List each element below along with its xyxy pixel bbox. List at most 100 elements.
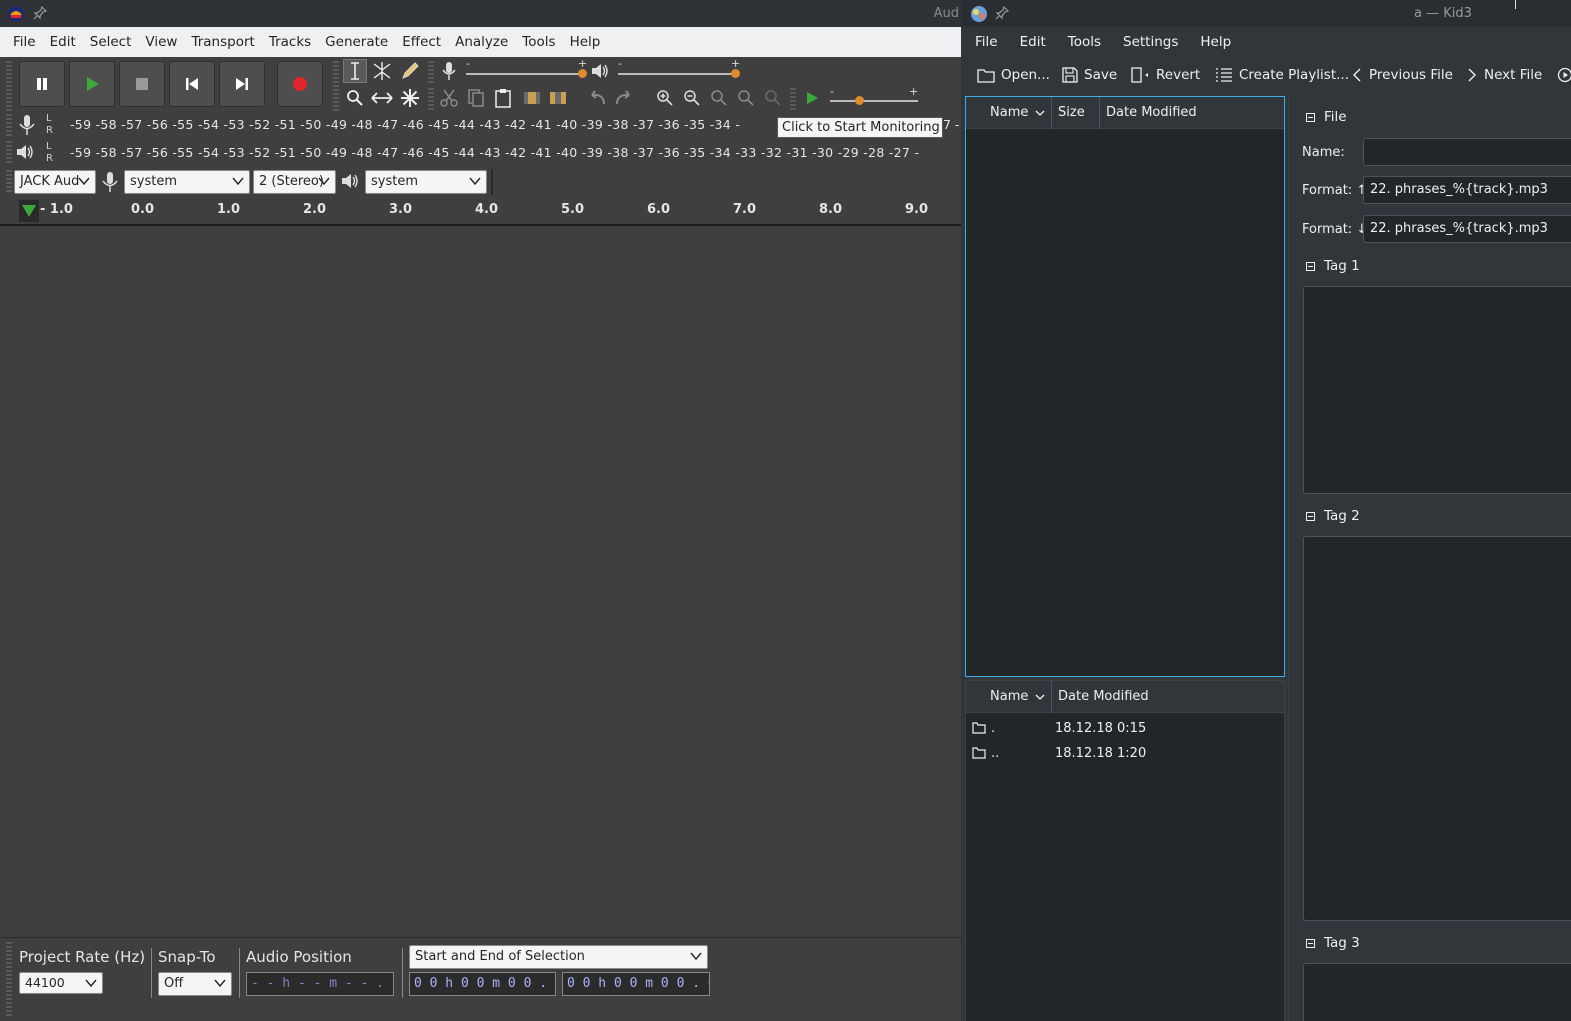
skip-to-end-button[interactable] bbox=[219, 61, 265, 107]
zoom-tool[interactable] bbox=[343, 86, 367, 110]
list-item[interactable]: . 18.12.18 0:15 bbox=[966, 716, 1284, 741]
dir-column-date-modified[interactable]: Date Modified bbox=[1052, 681, 1284, 713]
kid3-menu-edit[interactable]: Edit bbox=[1012, 27, 1054, 57]
playback-volume-thumb[interactable] bbox=[731, 69, 740, 78]
kid3-menu-help[interactable]: Help bbox=[1192, 27, 1239, 57]
snap-to-combo[interactable]: Off bbox=[158, 972, 232, 996]
aud-menu-help[interactable]: Help bbox=[563, 27, 608, 57]
column-size[interactable]: Size bbox=[1052, 97, 1100, 129]
aud-menu-analyze[interactable]: Analyze bbox=[448, 27, 515, 57]
recording-device-combo[interactable]: system bbox=[124, 170, 250, 194]
time-shift-tool[interactable] bbox=[370, 86, 394, 110]
transport-toolbar-grip[interactable] bbox=[6, 61, 12, 113]
play-meter-speaker-icon[interactable] bbox=[15, 142, 37, 162]
create-playlist-button[interactable]: Create Playlist... bbox=[1215, 60, 1349, 90]
rec-meter-grip[interactable] bbox=[6, 114, 12, 138]
timeline-ruler[interactable]: - 1.0 0.0 1.0 2.0 3.0 4.0 5.0 6.0 7.0 8.… bbox=[0, 196, 961, 226]
tools-toolbar-grip[interactable] bbox=[333, 61, 339, 113]
tag2-section-header[interactable]: Tag 2 bbox=[1306, 508, 1360, 524]
next-file-button[interactable]: Next File bbox=[1466, 60, 1542, 90]
trim-button[interactable] bbox=[520, 86, 544, 110]
track-area[interactable] bbox=[0, 228, 961, 936]
file-section-header[interactable]: File bbox=[1306, 109, 1347, 125]
play-button-kid3[interactable] bbox=[1557, 60, 1571, 90]
zoom-toggle-button[interactable] bbox=[761, 86, 785, 110]
zoom-in-button[interactable] bbox=[653, 86, 677, 110]
tag3-section-header[interactable]: Tag 3 bbox=[1306, 935, 1360, 951]
aud-menu-generate[interactable]: Generate bbox=[318, 27, 395, 57]
tag1-table[interactable] bbox=[1303, 286, 1571, 494]
paste-button[interactable] bbox=[491, 86, 515, 110]
recording-volume-thumb[interactable] bbox=[578, 69, 587, 78]
stop-button[interactable] bbox=[119, 61, 165, 107]
selection-toolbar-grip[interactable] bbox=[6, 942, 12, 1018]
play-meter-grip[interactable] bbox=[6, 141, 12, 165]
pause-button[interactable] bbox=[19, 61, 65, 107]
playback-volume-slider[interactable] bbox=[618, 73, 738, 75]
aud-menu-edit[interactable]: Edit bbox=[43, 27, 83, 57]
previous-file-button[interactable]: Previous File bbox=[1351, 60, 1453, 90]
aud-menu-tools[interactable]: Tools bbox=[515, 27, 562, 57]
mixer-toolbar-grip[interactable] bbox=[428, 61, 434, 85]
fit-project-button[interactable] bbox=[734, 86, 758, 110]
format-to-tag-combo[interactable]: 22. phrases_%{track}.mp3 bbox=[1363, 215, 1571, 243]
envelope-tool[interactable] bbox=[370, 59, 394, 83]
tag1-section-header[interactable]: Tag 1 bbox=[1306, 258, 1360, 274]
tag3-table[interactable] bbox=[1303, 963, 1571, 1021]
dir-column-name[interactable]: Name bbox=[966, 681, 1052, 713]
cut-button[interactable] bbox=[437, 86, 461, 110]
kid3-menu-tools[interactable]: Tools bbox=[1060, 27, 1109, 57]
copy-button[interactable] bbox=[464, 86, 488, 110]
multi-tool[interactable] bbox=[398, 86, 422, 110]
aud-menu-effect[interactable]: Effect bbox=[395, 27, 448, 57]
aud-menu-tracks[interactable]: Tracks bbox=[262, 27, 318, 57]
playback-device-combo[interactable]: system bbox=[365, 170, 487, 194]
audio-host-combo[interactable]: JACK Aud bbox=[14, 170, 96, 194]
record-button[interactable] bbox=[277, 61, 323, 107]
open-button[interactable]: Open... bbox=[977, 60, 1050, 90]
audio-position-field[interactable]: - - h - - m - - . - - - s bbox=[246, 972, 394, 996]
fit-selection-button[interactable] bbox=[707, 86, 731, 110]
selection-start-field[interactable]: 0 0 h 0 0 m 0 0 . 0 0 0 s bbox=[409, 972, 556, 996]
revert-button[interactable]: Revert bbox=[1130, 60, 1200, 90]
format-from-tag-combo[interactable]: 22. phrases_%{track}.mp3 bbox=[1363, 176, 1571, 204]
play-speed-slider[interactable] bbox=[830, 100, 918, 102]
rec-meter-microphone-icon[interactable] bbox=[17, 114, 37, 136]
redo-button[interactable] bbox=[612, 86, 636, 110]
zoom-out-button[interactable] bbox=[680, 86, 704, 110]
pin-icon[interactable] bbox=[33, 6, 47, 20]
skip-to-start-button[interactable] bbox=[169, 61, 215, 107]
project-rate-combo[interactable]: 44100 bbox=[19, 972, 103, 994]
aud-menu-file[interactable]: File bbox=[6, 27, 43, 57]
list-item[interactable]: .. 18.12.18 1:20 bbox=[966, 741, 1284, 766]
column-name[interactable]: Name bbox=[966, 97, 1052, 129]
play-speed-thumb[interactable] bbox=[855, 96, 864, 105]
selection-end-field[interactable]: 0 0 h 0 0 m 0 0 . 0 0 0 s bbox=[562, 972, 710, 996]
device-toolbar-grip[interactable] bbox=[6, 170, 12, 194]
directory-list[interactable]: Name Date Modified . 18.12.18 0:15 .. 18… bbox=[965, 680, 1285, 1021]
selection-mode-combo[interactable]: Start and End of Selection bbox=[409, 945, 708, 969]
play-button[interactable] bbox=[69, 61, 115, 107]
kid3-pin-icon[interactable] bbox=[995, 6, 1009, 20]
kid3-menu-settings[interactable]: Settings bbox=[1115, 27, 1186, 57]
play-at-speed-button[interactable] bbox=[800, 86, 824, 110]
channels-combo[interactable]: 2 (Stereo) bbox=[253, 170, 336, 194]
selection-tool[interactable] bbox=[343, 59, 367, 83]
playback-meter[interactable]: LR -59 -58 -57 -56 -55 -54 -53 -52 -51 -… bbox=[46, 141, 961, 167]
undo-button[interactable] bbox=[585, 86, 609, 110]
recording-volume-slider[interactable] bbox=[466, 73, 584, 75]
aud-menu-transport[interactable]: Transport bbox=[184, 27, 261, 57]
silence-button[interactable] bbox=[546, 86, 570, 110]
column-date-modified[interactable]: Date Modified bbox=[1100, 97, 1284, 129]
filename-field[interactable] bbox=[1363, 138, 1571, 166]
kid3-menu-file[interactable]: File bbox=[967, 27, 1006, 57]
tag2-table[interactable] bbox=[1303, 536, 1571, 921]
aud-menu-select[interactable]: Select bbox=[83, 27, 139, 57]
play-at-speed-grip[interactable] bbox=[790, 88, 796, 112]
aud-menu-view[interactable]: View bbox=[138, 27, 184, 57]
draw-tool[interactable] bbox=[398, 59, 422, 83]
save-button[interactable]: Save bbox=[1062, 60, 1117, 90]
edit-toolbar-grip[interactable] bbox=[428, 88, 434, 112]
play-head-marker[interactable] bbox=[19, 200, 39, 222]
file-list[interactable]: Name Size Date Modified bbox=[965, 96, 1285, 677]
